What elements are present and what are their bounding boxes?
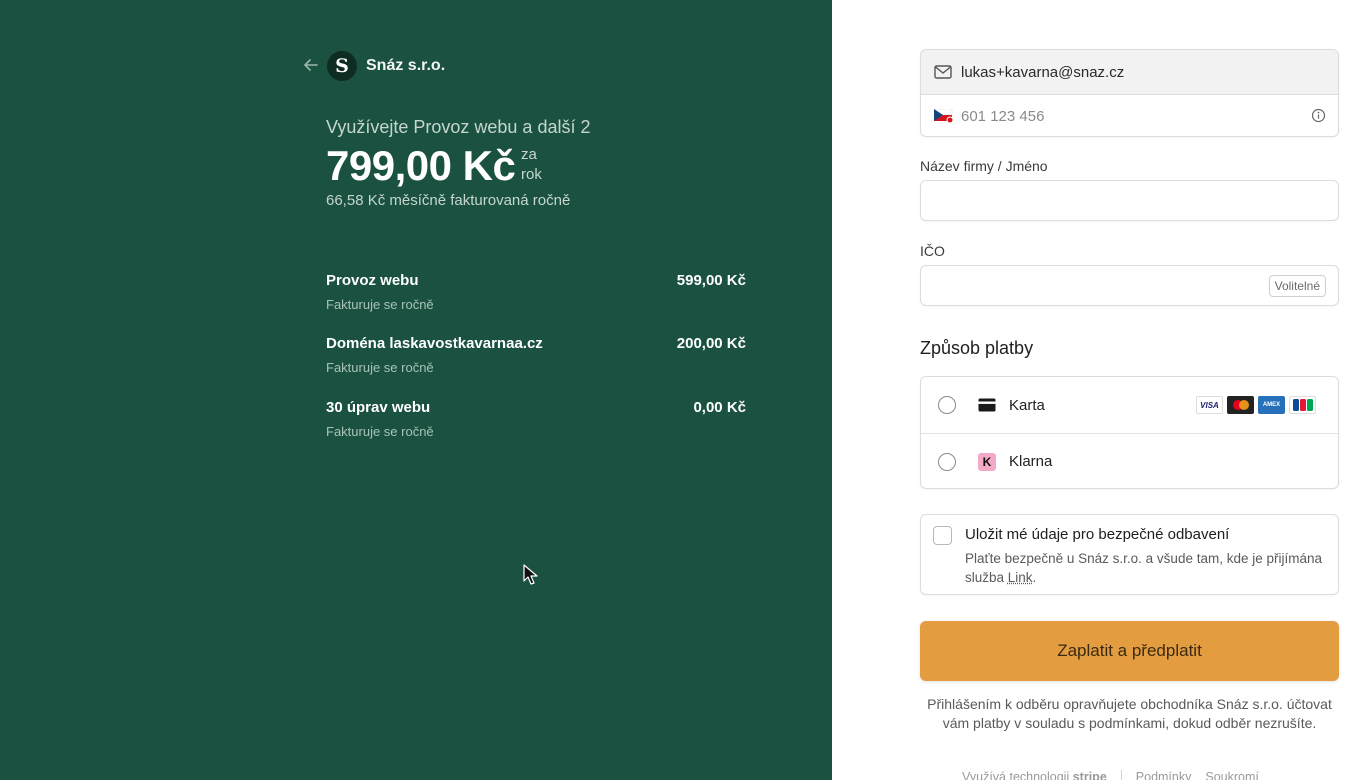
monthly-price: 66,58 Kč měsíčně fakturovaná ročně — [326, 192, 570, 209]
plan-title: Využívejte Provoz webu a další 2 — [326, 117, 590, 138]
subscribe-button[interactable]: Zaplatit a předplatit — [920, 621, 1339, 681]
contact-info-box: lukas+kavarna@snaz.cz — [920, 49, 1339, 137]
order-summary-panel: S Snáz s.r.o. Využívejte Provoz webu a d… — [0, 0, 832, 780]
company-name-label: Název firmy / Jméno — [920, 158, 1048, 174]
merchant-logo: S — [327, 51, 357, 81]
privacy-link[interactable]: Soukromí — [1205, 770, 1259, 780]
payment-method-list: Karta VISA AMEX K Klarna — [920, 376, 1339, 489]
line-item: Doména laskavostkavarnaa.cz Fakturuje se… — [326, 335, 746, 375]
payment-option-card[interactable]: Karta VISA AMEX — [921, 377, 1338, 433]
terms-link[interactable]: Podmínky — [1136, 770, 1192, 780]
line-item: 30 úprav webu Fakturuje se ročně 0,00 Kč — [326, 399, 746, 439]
phone-row — [921, 95, 1338, 137]
stripe-logo[interactable]: stripe — [1073, 770, 1107, 780]
line-item-price: 599,00 Kč — [677, 272, 746, 289]
payment-option-label: Klarna — [1009, 453, 1052, 470]
line-item-name: 30 úprav webu — [326, 399, 746, 416]
footer: Využívá technologii stripe Podmínky Souk… — [962, 770, 1259, 780]
line-item-billing: Fakturuje se ročně — [326, 424, 746, 439]
save-details-description: Plaťte bezpečně u Snáz s.r.o. a všude ta… — [965, 549, 1325, 587]
merchant-name: Snáz s.r.o. — [366, 57, 445, 75]
card-radio[interactable] — [938, 396, 956, 414]
total-price: 799,00 Kč — [326, 142, 515, 190]
billing-period-line2: rok — [521, 165, 561, 185]
company-name-input[interactable] — [921, 181, 1338, 220]
amex-icon: AMEX — [1258, 396, 1285, 414]
mouse-cursor-icon — [523, 564, 539, 586]
line-item-billing: Fakturuje se ročně — [326, 297, 746, 312]
save-details-title: Uložit mé údaje pro bezpečné odbavení — [965, 526, 1229, 543]
email-value[interactable]: lukas+kavarna@snaz.cz — [961, 64, 1124, 81]
ico-field[interactable]: Volitelné — [920, 265, 1339, 306]
legal-notice: Přihlášením k odběru opravňujete obchodn… — [920, 695, 1339, 733]
line-item: Provoz webu Fakturuje se ročně 599,00 Kč — [326, 272, 746, 312]
billing-period-line1: za — [521, 145, 561, 165]
payment-option-label: Karta — [1009, 397, 1045, 414]
line-item-price: 0,00 Kč — [693, 399, 746, 416]
klarna-radio[interactable] — [938, 453, 956, 471]
checkout-form-panel: lukas+kavarna@snaz.cz Název firmy / Jmén… — [832, 0, 1370, 780]
optional-badge: Volitelné — [1269, 275, 1326, 297]
payment-option-klarna[interactable]: K Klarna — [921, 433, 1338, 489]
save-details-checkbox[interactable] — [933, 526, 952, 545]
jcb-icon — [1289, 396, 1316, 414]
phone-input[interactable] — [961, 108, 1291, 125]
link-service-link[interactable]: Link — [1008, 570, 1033, 585]
mail-icon — [934, 65, 952, 79]
czech-flag-icon[interactable] — [934, 109, 954, 123]
back-arrow-icon[interactable] — [302, 56, 320, 74]
save-details-box: Uložit mé údaje pro bezpečné odbavení Pl… — [920, 514, 1339, 595]
save-details-text-end: . — [1033, 570, 1037, 585]
card-brands: VISA AMEX — [1196, 396, 1316, 414]
powered-by-text: Využívá technologii — [962, 770, 1069, 780]
email-row: lukas+kavarna@snaz.cz — [921, 50, 1338, 95]
info-icon[interactable] — [1311, 108, 1326, 123]
powered-by: Využívá technologii stripe — [962, 770, 1107, 780]
ico-label: IČO — [920, 243, 945, 259]
line-item-billing: Fakturuje se ročně — [326, 360, 746, 375]
klarna-icon: K — [978, 453, 996, 471]
company-name-field[interactable] — [920, 180, 1339, 221]
billing-period: za rok — [521, 145, 561, 185]
mastercard-icon — [1227, 396, 1254, 414]
credit-card-icon — [978, 396, 996, 414]
payment-method-title: Způsob platby — [920, 338, 1033, 359]
line-item-price: 200,00 Kč — [677, 335, 746, 352]
footer-divider — [1121, 770, 1122, 780]
visa-icon: VISA — [1196, 396, 1223, 414]
